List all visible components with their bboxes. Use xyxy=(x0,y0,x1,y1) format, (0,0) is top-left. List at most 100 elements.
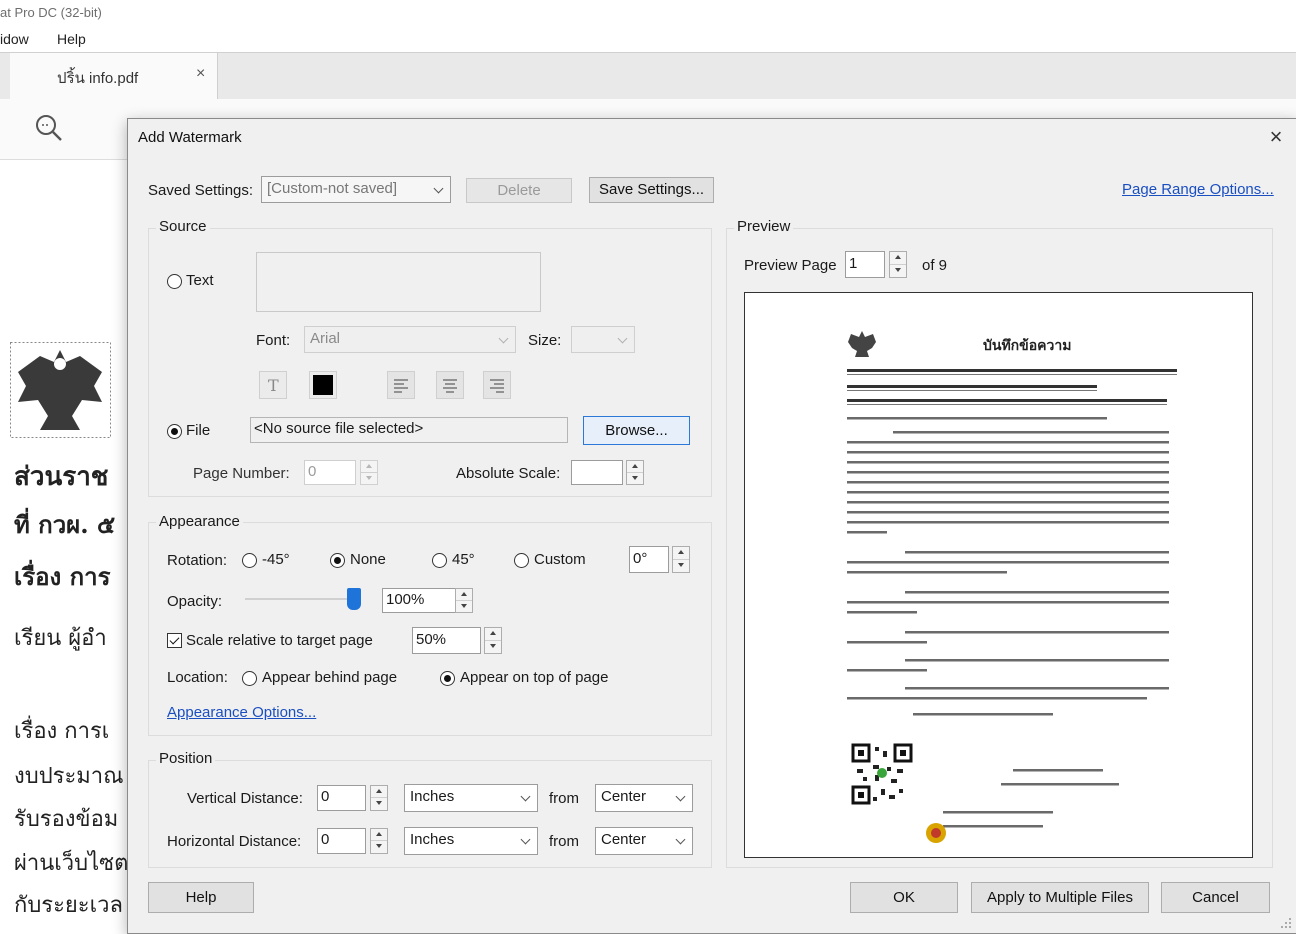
dialog-title: Add Watermark xyxy=(138,129,242,146)
vertical-unit-value: Inches xyxy=(410,788,455,805)
menu-help[interactable]: Help xyxy=(57,31,86,47)
text-radio[interactable] xyxy=(167,274,182,289)
bg-line-8: ผ่านเว็บไซต xyxy=(14,851,129,876)
preview-text-line xyxy=(847,521,1169,524)
dialog-close-icon[interactable]: × xyxy=(1262,123,1290,151)
rotation-minus45-label: -45° xyxy=(262,551,290,568)
page-range-options-link[interactable]: Page Range Options... xyxy=(1122,181,1274,198)
color-swatch xyxy=(313,375,333,395)
appearance-group-label: Appearance xyxy=(156,513,243,530)
bg-line-3: เรื่อง การ xyxy=(14,562,111,591)
ok-button[interactable]: OK xyxy=(850,882,958,913)
zoom-search-icon[interactable] xyxy=(34,113,64,143)
menu-window[interactable]: idow xyxy=(0,31,29,47)
opacity-input[interactable]: 100% xyxy=(382,588,458,613)
color-swatch-button[interactable] xyxy=(309,371,337,399)
horizontal-from-value: Center xyxy=(601,831,647,848)
rotation-none-radio[interactable] xyxy=(330,553,345,568)
opacity-slider[interactable] xyxy=(245,586,361,612)
file-radio-label: File xyxy=(186,422,211,439)
align-right-button[interactable] xyxy=(483,371,511,399)
add-watermark-dialog: Add Watermark × Saved Settings: [Custom-… xyxy=(127,118,1296,934)
align-left-button[interactable] xyxy=(387,371,415,399)
rotation-45-radio[interactable] xyxy=(432,553,447,568)
text-t-icon: T xyxy=(268,376,279,395)
horizontal-unit-select[interactable]: Inches xyxy=(404,827,538,855)
align-center-button[interactable] xyxy=(436,371,464,399)
appearance-options-link[interactable]: Appearance Options... xyxy=(167,704,316,721)
appear-behind-label: Appear behind page xyxy=(262,669,398,686)
delete-button[interactable]: Delete xyxy=(466,178,572,203)
horizontal-from-select[interactable]: Center xyxy=(595,827,693,855)
horizontal-distance-value: 0 xyxy=(321,831,330,848)
bg-line-6: งบประมาณ xyxy=(14,764,124,789)
rotation-custom-stepper[interactable] xyxy=(672,546,690,573)
vertical-distance-stepper[interactable] xyxy=(370,785,388,811)
text-radio-label: Text xyxy=(186,272,214,289)
vertical-distance-input[interactable]: 0 xyxy=(317,785,366,811)
opacity-label: Opacity: xyxy=(167,593,223,610)
help-button[interactable]: Help xyxy=(148,882,254,913)
apply-to-multiple-files-button[interactable]: Apply to Multiple Files xyxy=(971,882,1149,913)
text-format-button[interactable]: T xyxy=(259,371,287,399)
scale-percent-input[interactable]: 50% xyxy=(412,627,481,654)
preview-text-line xyxy=(847,501,1169,504)
absolute-scale-stepper[interactable] xyxy=(626,460,644,485)
opacity-stepper[interactable] xyxy=(455,588,473,613)
saved-settings-select[interactable]: [Custom-not saved] xyxy=(261,176,451,203)
rotation-45-label: 45° xyxy=(452,551,475,568)
opacity-track xyxy=(245,598,361,600)
preview-text-line xyxy=(905,551,1169,554)
align-right-icon xyxy=(490,379,504,393)
horizontal-distance-input[interactable]: 0 xyxy=(317,828,366,854)
horizontal-from-label: from xyxy=(549,833,579,850)
page-number-value: 0 xyxy=(308,463,317,480)
cancel-button[interactable]: Cancel xyxy=(1161,882,1270,913)
page-number-stepper[interactable] xyxy=(360,460,378,485)
text-textarea[interactable] xyxy=(256,252,541,312)
chevron-down-icon xyxy=(515,828,537,854)
preview-text-line xyxy=(847,369,1177,372)
save-settings-button[interactable]: Save Settings... xyxy=(589,177,714,203)
bg-line-7: รับรองข้อม xyxy=(14,807,119,832)
preview-text-line xyxy=(847,511,1169,514)
app-title-bar: at Pro DC (32-bit) xyxy=(0,0,1296,28)
rotation-custom-radio[interactable] xyxy=(514,553,529,568)
page-number-label: Page Number: xyxy=(193,465,290,482)
chevron-down-icon xyxy=(612,327,634,352)
preview-page-stepper[interactable] xyxy=(889,251,907,278)
vertical-from-value: Center xyxy=(601,788,647,805)
preview-text-line xyxy=(943,825,1043,828)
size-select[interactable] xyxy=(571,326,635,353)
vertical-unit-select[interactable]: Inches xyxy=(404,784,538,812)
svg-text:T: T xyxy=(268,376,279,395)
scale-relative-checkbox[interactable] xyxy=(167,633,182,648)
scale-percent-value: 50% xyxy=(416,631,447,648)
document-tab-label: ปริ้น info.pdf xyxy=(57,70,139,87)
file-path-field[interactable]: <No source file selected> xyxy=(250,417,568,443)
document-tab-close-icon[interactable]: × xyxy=(196,65,205,83)
preview-text-line xyxy=(905,687,1169,690)
file-radio[interactable] xyxy=(167,424,182,439)
document-tab[interactable]: ปริ้น info.pdf × xyxy=(10,53,218,100)
horizontal-distance-stepper[interactable] xyxy=(370,828,388,854)
rotation-custom-input[interactable]: 0° xyxy=(629,546,669,573)
opacity-thumb[interactable] xyxy=(347,588,361,610)
vertical-from-select[interactable]: Center xyxy=(595,784,693,812)
appear-behind-radio[interactable] xyxy=(242,671,257,686)
preview-text-line xyxy=(847,491,1169,494)
preview-text-line xyxy=(905,659,1169,662)
page-number-input[interactable]: 0 xyxy=(304,460,356,485)
bg-line-4: เรียน ผู้อำ xyxy=(14,626,107,651)
browse-button[interactable]: Browse... xyxy=(583,416,690,445)
horizontal-unit-value: Inches xyxy=(410,831,455,848)
rotation-minus45-radio[interactable] xyxy=(242,553,257,568)
scale-percent-stepper[interactable] xyxy=(484,627,502,654)
align-left-icon xyxy=(394,379,408,393)
preview-text-line xyxy=(847,601,1169,604)
appear-on-top-radio[interactable] xyxy=(440,671,455,686)
font-select[interactable]: Arial xyxy=(304,326,516,353)
absolute-scale-input[interactable] xyxy=(571,460,623,485)
resize-grip-icon[interactable] xyxy=(1280,917,1292,929)
preview-page-input[interactable]: 1 xyxy=(845,251,885,278)
